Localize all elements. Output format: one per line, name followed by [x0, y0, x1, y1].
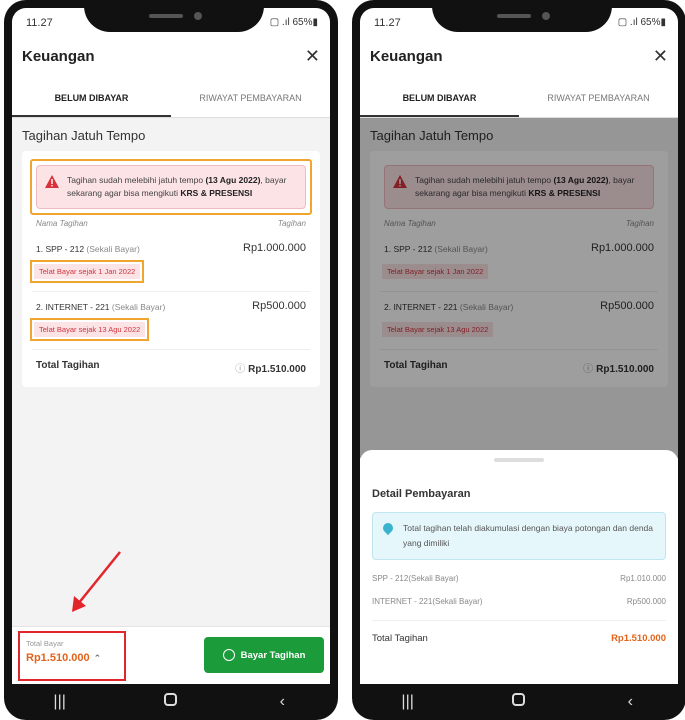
info-text: Total tagihan telah diakumulasi dengan b… [403, 523, 654, 548]
total-label: Total Tagihan [36, 360, 100, 371]
total-bayar-value: Rp1.510.000 [26, 652, 90, 664]
sheet-total-label: Total Tagihan [372, 633, 428, 644]
alert-subject: KRS & PRESENSI [180, 188, 253, 198]
phone-left: 11.27 ▢ .ıl 65%▮ Keuangan ✕ BELUM DIBAYA… [4, 0, 338, 720]
page-title: Keuangan [22, 48, 95, 65]
column-header: Nama Tagihan Tagihan [32, 219, 310, 234]
total-bayar-label: Total Bayar [26, 639, 64, 648]
detail-label: SPP - 212(Sekali Bayar) [372, 574, 459, 583]
recent-apps-icon[interactable]: ||| [393, 693, 423, 711]
bill-card: Tagihan sudah melebihi jatuh tempo (13 A… [22, 151, 320, 387]
detail-amount: Rp1.010.000 [620, 574, 666, 583]
sheet-title: Detail Pembayaran [372, 488, 471, 500]
status-bar: 11.27 ▢ .ıl 65%▮ [360, 8, 678, 38]
late-badge: Telat Bayar sejak 13 Agu 2022 [34, 322, 146, 337]
back-icon[interactable]: ‹ [267, 693, 297, 711]
screen-left: 11.27 ▢ .ıl 65%▮ Keuangan ✕ BELUM DIBAYA… [12, 8, 330, 684]
detail-label: INTERNET - 221(Sekali Bayar) [372, 597, 483, 606]
alert-date: (13 Agu 2022) [205, 175, 261, 185]
notch [432, 8, 612, 32]
sheet-total-amount: Rp1.510.000 [611, 633, 666, 644]
system-navbar: ||| ‹ [4, 684, 338, 720]
close-icon[interactable]: ✕ [305, 46, 320, 67]
late-badge: Telat Bayar sejak 1 Jan 2022 [34, 264, 141, 279]
notch [84, 8, 264, 32]
bill-item-amount: Rp500.000 [252, 300, 306, 312]
overdue-alert: Tagihan sudah melebihi jatuh tempo (13 A… [36, 165, 306, 209]
tab-bar: BELUM DIBAYAR RIWAYAT PEMBAYARAN [360, 80, 678, 118]
tab-belum-dibayar[interactable]: BELUM DIBAYAR [12, 80, 171, 117]
system-navbar: ||| ‹ [352, 684, 685, 720]
recent-apps-icon[interactable]: ||| [45, 693, 75, 711]
back-icon[interactable]: ‹ [615, 693, 645, 711]
total-bayar-toggle[interactable]: Total Bayar Rp1.510.000 ⌃ [18, 631, 126, 681]
close-icon[interactable]: ✕ [653, 46, 668, 67]
column-amount: Tagihan [277, 219, 306, 228]
status-signal: ▢ .ıl 65%▮ [269, 17, 318, 28]
home-icon[interactable] [512, 693, 526, 706]
chevron-up-icon[interactable]: ⌃ [94, 653, 102, 663]
warning-icon [45, 175, 59, 188]
home-icon[interactable] [164, 693, 178, 706]
info-icon[interactable]: ⓘ [235, 364, 245, 375]
total-amount: Rp1.510.000 [248, 364, 306, 375]
bill-item-name: 1. SPP - 212 (Sekali Bayar) [36, 244, 140, 254]
detail-row: SPP - 212(Sekali Bayar) Rp1.010.000 [360, 574, 678, 583]
detail-row: INTERNET - 221(Sekali Bayar) Rp500.000 [360, 597, 678, 606]
tab-riwayat-pembayaran[interactable]: RIWAYAT PEMBAYARAN [519, 80, 678, 117]
bill-item: 2. INTERNET - 221 (Sekali Bayar) Rp500.0… [30, 292, 310, 350]
bill-item-name: 2. INTERNET - 221 (Sekali Bayar) [36, 302, 166, 312]
modal-scrim[interactable] [360, 118, 678, 458]
section-title: Tagihan Jatuh Tempo [22, 128, 146, 143]
payment-detail-sheet: Detail Pembayaran Total tagihan telah di… [360, 450, 678, 684]
pay-button[interactable]: Bayar Tagihan [204, 637, 324, 673]
status-time: 11.27 [374, 17, 401, 29]
screen-right: 11.27 ▢ .ıl 65%▮ Keuangan ✕ BELUM DIBAYA… [360, 8, 678, 684]
app-bar: Keuangan ✕ [12, 38, 330, 80]
late-badge-highlight: Telat Bayar sejak 13 Agu 2022 [30, 318, 150, 341]
tab-bar: BELUM DIBAYAR RIWAYAT PEMBAYARAN [12, 80, 330, 118]
page-title: Keuangan [370, 48, 443, 65]
sheet-total-row: Total Tagihan Rp1.510.000 [360, 621, 678, 644]
shield-icon [222, 649, 235, 661]
phone-right: 11.27 ▢ .ıl 65%▮ Keuangan ✕ BELUM DIBAYA… [352, 0, 685, 720]
status-time: 11.27 [26, 17, 53, 29]
content-area: Tagihan Jatuh Tempo Tagihan sudah melebi… [12, 118, 330, 684]
detail-amount: Rp500.000 [626, 597, 666, 606]
info-callout: Total tagihan telah diakumulasi dengan b… [372, 512, 666, 560]
bill-item: 1. SPP - 212 (Sekali Bayar) Rp1.000.000 … [30, 234, 310, 292]
alert-text-pre: Tagihan sudah melebihi jatuh tempo [67, 175, 206, 185]
bottom-bar: Total Bayar Rp1.510.000 ⌃ Bayar Tagihan [12, 626, 330, 684]
column-name: Nama Tagihan [36, 219, 88, 228]
late-badge-highlight: Telat Bayar sejak 1 Jan 2022 [30, 260, 145, 283]
status-signal: ▢ .ıl 65%▮ [617, 17, 666, 28]
total-row: Total Tagihan ⓘ Rp1.510.000 [32, 350, 310, 375]
status-bar: 11.27 ▢ .ıl 65%▮ [12, 8, 330, 38]
annotation-arrow-icon [72, 551, 121, 612]
pay-button-label: Bayar Tagihan [240, 649, 306, 661]
tab-riwayat-pembayaran[interactable]: RIWAYAT PEMBAYARAN [171, 80, 330, 117]
tab-belum-dibayar[interactable]: BELUM DIBAYAR [360, 80, 519, 117]
location-pin-icon [380, 520, 396, 536]
app-bar: Keuangan ✕ [360, 38, 678, 80]
bill-item-amount: Rp1.000.000 [243, 242, 306, 254]
alert-highlight: Tagihan sudah melebihi jatuh tempo (13 A… [30, 159, 312, 215]
